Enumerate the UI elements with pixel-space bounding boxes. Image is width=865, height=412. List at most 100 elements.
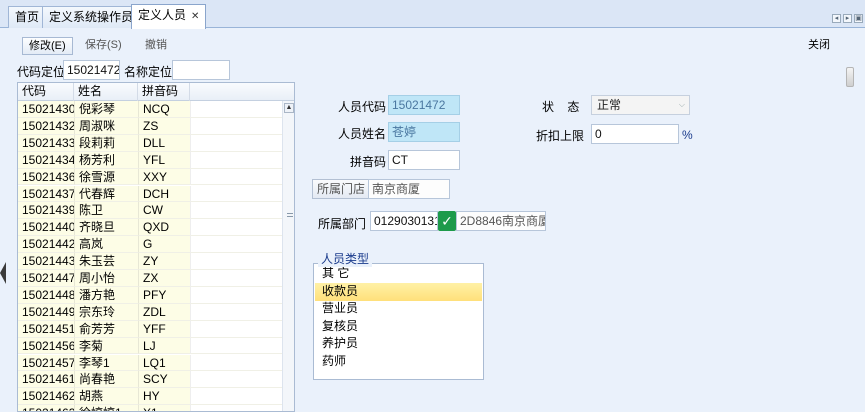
cell-name: 胡燕 xyxy=(74,388,138,406)
grid-header-name[interactable]: 姓名 xyxy=(74,83,138,101)
department-name-field: 2D8846南京商厦 xyxy=(456,211,546,231)
tab-define-operator-label: 定义系统操作员 xyxy=(49,10,134,24)
pinyin-field[interactable]: CT xyxy=(388,150,460,170)
table-row[interactable]: 15021440 齐晓旦 QXD xyxy=(18,219,282,237)
table-row[interactable]: 15021463徐婷婷1X1 xyxy=(18,405,282,411)
cell-pinyin: ZY xyxy=(138,253,190,270)
scroll-up-icon[interactable]: ▲ xyxy=(284,103,294,113)
table-row[interactable]: 15021433 段莉莉 DLL xyxy=(18,134,282,152)
cell-code: 15021461 xyxy=(18,371,74,389)
cell-name: 杨芳利 xyxy=(74,151,138,169)
table-row[interactable]: 15021437 代春辉 DCH xyxy=(18,185,282,203)
table-row[interactable]: 15021447 周小怡 ZX xyxy=(18,270,282,287)
cell-code: 15021462 xyxy=(18,388,74,406)
list-item[interactable]: 收款员 xyxy=(315,282,482,301)
cell-name: 徐雪源 xyxy=(74,168,138,186)
list-item[interactable]: 其 它 xyxy=(315,265,482,283)
edit-button[interactable]: 修改(E) xyxy=(22,37,73,55)
cell-pinyin: YFF xyxy=(138,320,190,338)
tab-define-person-label: 定义人员 xyxy=(138,8,187,22)
pinyin-label: 拼音码 xyxy=(350,155,387,169)
department-label: 所属部门 xyxy=(318,217,367,231)
cell-empty xyxy=(190,388,282,406)
tab-bar: 首页 定义系统操作员 ✕ 定义人员 ✕ ◂ ▸ ▣ xyxy=(0,0,865,29)
cell-name: 倪彩琴 xyxy=(74,101,138,118)
table-row[interactable]: 15021461 尚春艳 SCY xyxy=(18,371,282,389)
grid-header-code[interactable]: 代码 xyxy=(18,83,74,101)
cell-pinyin: LJ xyxy=(138,337,190,355)
store-select-button[interactable]: 所属门店 xyxy=(312,179,371,199)
cell-code: 15021457 xyxy=(18,354,74,372)
table-row[interactable]: 15021434 杨芳利 YFL xyxy=(18,151,282,169)
splitter-handle[interactable] xyxy=(287,213,293,217)
tab-home[interactable]: 首页 xyxy=(8,6,47,28)
close-icon[interactable]: ✕ xyxy=(191,11,199,22)
discount-field[interactable]: 0 xyxy=(591,124,679,144)
table-row[interactable]: 15021449 宗东玲 ZDL xyxy=(18,303,282,321)
cell-name: 高岚 xyxy=(74,236,138,254)
cell-empty xyxy=(190,202,282,220)
cell-name: 陈卫 xyxy=(74,202,138,220)
department-check-icon[interactable]: ✓ xyxy=(438,211,456,231)
cell-code: 15021449 xyxy=(18,303,74,321)
undo-button[interactable]: 撤销 xyxy=(139,37,173,55)
grid-header-pinyin[interactable]: 拼音码 xyxy=(138,83,190,101)
save-button[interactable]: 保存(S) xyxy=(79,37,128,55)
cell-name: 尚春艳 xyxy=(74,371,138,389)
cell-pinyin: X1 xyxy=(138,405,190,411)
table-row[interactable]: 15021436 徐雪源 XXY xyxy=(18,168,282,186)
table-row[interactable]: 15021451 俞芳芳 YFF xyxy=(18,320,282,338)
percent-unit: % xyxy=(682,128,693,142)
cell-empty xyxy=(190,371,282,389)
person-type-legend: 人员类型 xyxy=(318,250,373,267)
cell-pinyin: PFY xyxy=(138,286,190,304)
table-row[interactable]: 15021430 倪彩琴 NCQ xyxy=(18,101,282,118)
collapse-left-icon[interactable] xyxy=(0,262,6,284)
list-item[interactable]: 复核员 xyxy=(315,318,482,336)
table-row[interactable]: 15021432 周淑咪 ZS xyxy=(18,117,282,135)
close-button[interactable]: 关闭 xyxy=(802,37,836,55)
tab-restore-icon[interactable]: ▣ xyxy=(854,14,863,23)
list-item[interactable]: 药师 xyxy=(315,353,482,371)
cell-empty xyxy=(190,286,282,304)
cell-pinyin: ZDL xyxy=(138,303,190,321)
person-code-field[interactable]: 15021472 xyxy=(388,95,460,115)
cell-code: 15021434 xyxy=(18,151,74,169)
cell-code: 15021437 xyxy=(18,185,74,203)
store-field: 南京商厦 xyxy=(368,179,450,199)
table-row[interactable]: 15021442 高岚 G xyxy=(18,236,282,254)
cell-code: 15021456 xyxy=(18,337,74,355)
status-select[interactable]: 正常 ⌵ xyxy=(591,95,690,115)
cell-pinyin: ZS xyxy=(138,117,190,135)
department-code-field[interactable]: 0129030131 xyxy=(370,211,438,231)
status-label: 状 态 xyxy=(542,100,580,114)
grid-scrollbar[interactable]: ▲ xyxy=(282,101,294,411)
code-locate-input[interactable]: 15021472 xyxy=(63,60,120,80)
tab-scroll-left-icon[interactable]: ◂ xyxy=(832,14,841,23)
chevron-down-icon: ⌵ xyxy=(678,100,685,109)
table-row[interactable]: 15021439 陈卫 CW xyxy=(18,202,282,220)
table-row[interactable]: 15021448 潘方艳 PFY xyxy=(18,286,282,304)
table-row[interactable]: 15021456 李菊 LJ xyxy=(18,337,282,355)
panel-scroll-handle[interactable] xyxy=(846,67,854,87)
table-row[interactable]: 15021462 胡燕 HY xyxy=(18,388,282,406)
list-item[interactable]: 营业员 xyxy=(315,300,482,318)
person-type-list: 其 它收款员 营业员 复核员 养护员 药师 xyxy=(313,263,484,380)
cell-pinyin: SCY xyxy=(138,371,190,389)
tab-scroll-right-icon[interactable]: ▸ xyxy=(843,14,852,23)
name-locate-input[interactable] xyxy=(172,60,230,80)
table-row[interactable]: 15021443 朱玉芸 ZY xyxy=(18,253,282,270)
cell-pinyin: QXD xyxy=(138,219,190,237)
cell-empty xyxy=(190,117,282,135)
name-locate-label: 名称定位 xyxy=(124,65,173,79)
tab-define-person[interactable]: 定义人员 ✕ xyxy=(131,4,207,29)
cell-empty xyxy=(190,303,282,321)
cell-pinyin: CW xyxy=(138,202,190,220)
main-panel: 修改(E) 保存(S) 撤销 关闭 代码定位 15021472 名称定位 代码 … xyxy=(0,29,865,412)
person-name-field[interactable]: 苍婷 xyxy=(388,122,460,142)
cell-pinyin: NCQ xyxy=(138,101,190,118)
list-item[interactable]: 养护员 xyxy=(315,335,482,353)
cell-empty xyxy=(190,168,282,186)
table-row[interactable]: 15021457 李琴1 LQ1 xyxy=(18,354,282,372)
cell-name: 潘方艳 xyxy=(74,286,138,304)
